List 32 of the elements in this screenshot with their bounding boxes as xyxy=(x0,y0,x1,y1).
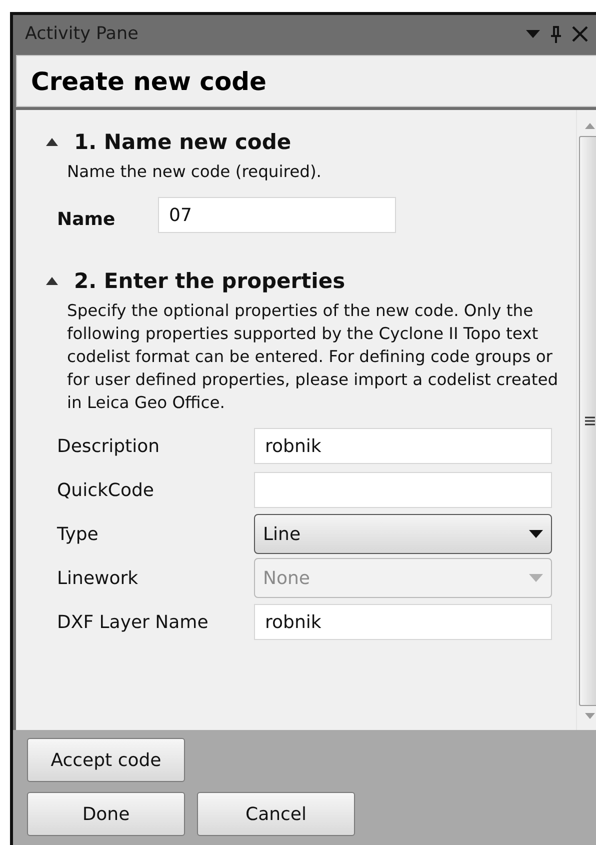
action-button[interactable]: Done xyxy=(27,792,185,836)
close-icon[interactable] xyxy=(572,26,588,42)
section-description: Specify the optional properties of the new code. Only the following properties supported by the Cyclone II Topo text codelist format can be entered. For defining code groups or for user defined properties, please import a codelist created in Leica Geo Office. xyxy=(67,300,560,414)
field-label: Description xyxy=(57,436,161,456)
scroll-down-icon[interactable] xyxy=(584,712,596,720)
grip-icon xyxy=(585,416,595,426)
pin-icon[interactable] xyxy=(550,24,562,42)
text-field[interactable]: robnik xyxy=(254,604,552,640)
dropdown[interactable]: Line xyxy=(254,514,552,554)
text-field[interactable] xyxy=(254,472,552,508)
field-label: Type xyxy=(57,524,100,544)
section-heading: 1. Name new code xyxy=(74,130,292,154)
action-button[interactable]: Cancel xyxy=(197,792,355,836)
caret-icon xyxy=(529,530,543,538)
text-field[interactable]: 07 xyxy=(158,197,396,233)
field-label: Linework xyxy=(57,568,140,588)
text-field[interactable]: robnik xyxy=(254,428,552,464)
scrollbar[interactable] xyxy=(576,110,596,730)
dropdown-icon[interactable] xyxy=(526,30,540,38)
scroll-up-icon[interactable] xyxy=(584,122,596,130)
section-description: Name the new code (required). xyxy=(67,161,322,183)
collapse-icon[interactable] xyxy=(46,277,58,285)
window-title: Activity Pane xyxy=(25,24,140,44)
field-label: QuickCode xyxy=(57,480,155,500)
scroll-thumb[interactable] xyxy=(579,136,596,706)
field-label: Name xyxy=(57,208,116,230)
field-label: DXF Layer Name xyxy=(57,612,210,632)
collapse-icon[interactable] xyxy=(46,138,58,146)
section-heading: 2. Enter the properties xyxy=(74,269,346,293)
action-button[interactable]: Accept code xyxy=(27,738,185,782)
panel-heading: Create new code xyxy=(31,66,267,96)
caret-icon xyxy=(529,574,543,582)
